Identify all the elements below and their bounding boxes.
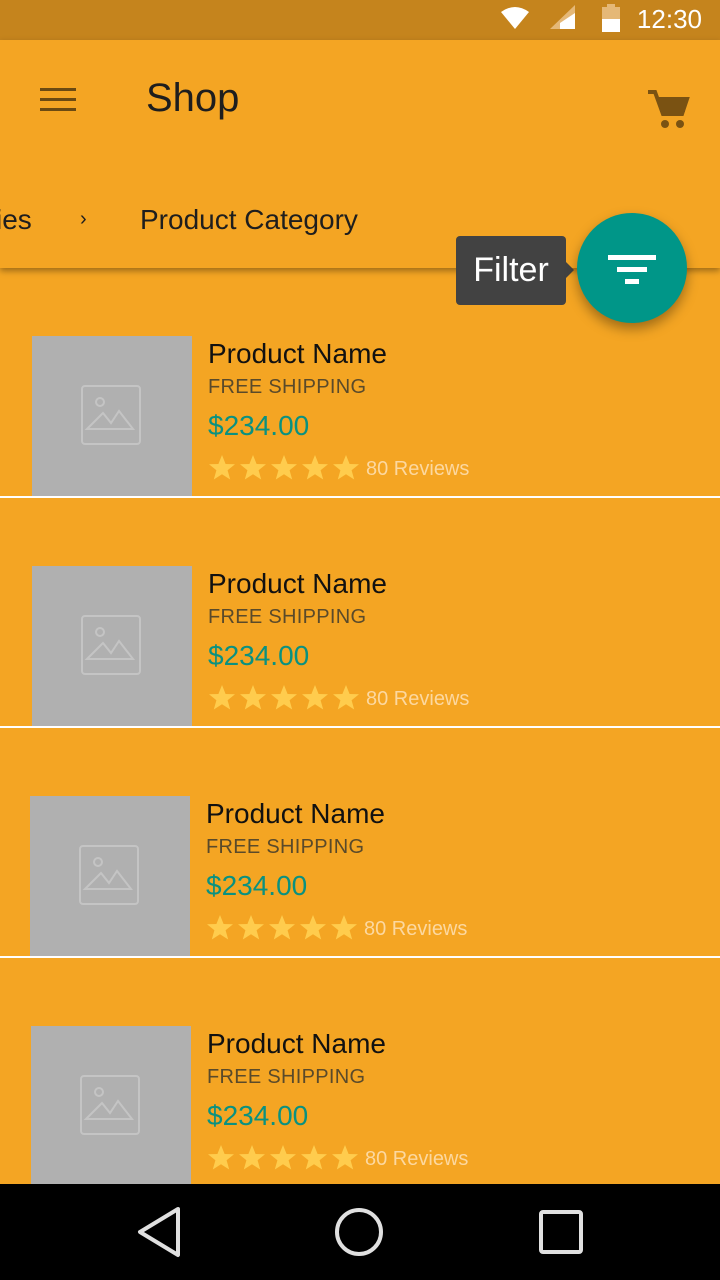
star-icon bbox=[270, 454, 298, 482]
star-icon bbox=[330, 914, 358, 942]
product-list: Product Name FREE SHIPPING $234.00 80 Re… bbox=[0, 268, 720, 1184]
product-shipping: FREE SHIPPING bbox=[208, 376, 367, 398]
product-price: $234.00 bbox=[207, 1100, 309, 1131]
cart-button[interactable] bbox=[636, 78, 700, 138]
product-reviews[interactable]: 80 Reviews bbox=[365, 1148, 468, 1171]
product-image bbox=[30, 796, 190, 956]
cart-icon bbox=[646, 88, 690, 135]
battery-icon bbox=[601, 4, 621, 37]
product-shipping: FREE SHIPPING bbox=[206, 836, 365, 858]
product-row[interactable]: Product Name FREE SHIPPING $234.00 80 Re… bbox=[0, 728, 720, 958]
menu-icon bbox=[40, 88, 76, 117]
product-row[interactable]: Product Name FREE SHIPPING $234.00 80 Re… bbox=[0, 498, 720, 728]
product-name[interactable]: Product Name bbox=[208, 338, 387, 370]
breadcrumb-separator: › bbox=[80, 208, 87, 230]
star-icon bbox=[332, 454, 360, 482]
rating-stars bbox=[208, 684, 360, 712]
home-button[interactable] bbox=[331, 1204, 387, 1260]
rating-stars bbox=[208, 454, 360, 482]
star-icon bbox=[270, 684, 298, 712]
filter-tooltip: Filter bbox=[456, 236, 574, 305]
product-name[interactable]: Product Name bbox=[208, 568, 387, 600]
product-row[interactable]: Product Name FREE SHIPPING $234.00 80 Re… bbox=[0, 958, 720, 1184]
star-icon bbox=[300, 1144, 328, 1172]
product-reviews[interactable]: 80 Reviews bbox=[366, 688, 469, 711]
star-icon bbox=[268, 914, 296, 942]
filter-button[interactable] bbox=[577, 213, 687, 323]
star-icon bbox=[208, 684, 236, 712]
recents-icon bbox=[533, 1210, 589, 1264]
product-shipping: FREE SHIPPING bbox=[207, 1066, 366, 1088]
product-price: $234.00 bbox=[208, 410, 310, 441]
star-icon bbox=[237, 914, 265, 942]
product-image bbox=[32, 336, 192, 496]
star-icon bbox=[239, 454, 267, 482]
product-shipping: FREE SHIPPING bbox=[208, 606, 367, 628]
product-reviews[interactable]: 80 Reviews bbox=[364, 918, 467, 941]
breadcrumb-current[interactable]: Product Category bbox=[140, 204, 358, 236]
rating-stars bbox=[206, 914, 358, 942]
menu-button[interactable] bbox=[26, 72, 90, 128]
star-icon bbox=[299, 914, 327, 942]
home-icon bbox=[331, 1208, 387, 1264]
product-image bbox=[31, 1026, 191, 1184]
product-image bbox=[32, 566, 192, 726]
status-time: 12:30 bbox=[636, 4, 702, 34]
star-icon bbox=[238, 1144, 266, 1172]
product-price: $234.00 bbox=[208, 640, 310, 671]
product-name[interactable]: Product Name bbox=[206, 798, 385, 830]
product-price: $234.00 bbox=[206, 870, 308, 901]
star-icon bbox=[206, 914, 234, 942]
recents-button[interactable] bbox=[533, 1204, 589, 1260]
product-reviews[interactable]: 80 Reviews bbox=[366, 458, 469, 481]
page-title: Shop bbox=[146, 76, 240, 120]
rating-stars bbox=[207, 1144, 359, 1172]
star-icon bbox=[301, 454, 329, 482]
star-icon bbox=[332, 684, 360, 712]
breadcrumb-previous[interactable]: ies bbox=[0, 204, 32, 236]
product-name[interactable]: Product Name bbox=[207, 1028, 386, 1060]
back-icon bbox=[132, 1207, 188, 1264]
star-icon bbox=[239, 684, 267, 712]
star-icon bbox=[301, 684, 329, 712]
star-icon bbox=[208, 454, 236, 482]
back-button[interactable] bbox=[132, 1204, 188, 1260]
star-icon bbox=[331, 1144, 359, 1172]
wifi-icon bbox=[500, 6, 530, 35]
system-nav-bar bbox=[0, 1184, 720, 1280]
star-icon bbox=[269, 1144, 297, 1172]
status-bar: 12:30 bbox=[0, 0, 720, 40]
cell-signal-icon bbox=[550, 5, 576, 34]
star-icon bbox=[207, 1144, 235, 1172]
